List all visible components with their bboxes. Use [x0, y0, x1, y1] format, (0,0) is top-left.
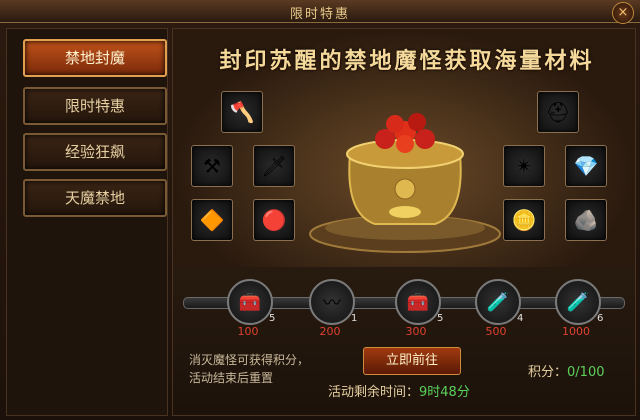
reward-node-100[interactable]: 🧰 — [227, 279, 273, 325]
remaining-time: 活动剩余时间：9时48分 — [328, 385, 470, 400]
reward-node-300[interactable]: 🧰 — [395, 279, 441, 325]
sidebar-item-forbidden-seal[interactable]: 禁地封魔 — [23, 39, 167, 77]
claw-icon[interactable]: ✴ — [503, 145, 545, 187]
node-points: 100 — [237, 325, 259, 338]
orb-icon[interactable]: 🔴 — [253, 199, 295, 241]
potion-icon: 🧪 — [566, 291, 590, 313]
sword-icon[interactable]: 🗡 — [253, 145, 295, 187]
node-points: 200 — [319, 325, 341, 338]
coin-icon[interactable]: 🪙 — [503, 199, 545, 241]
score-display: 积分：0/100 — [528, 365, 605, 380]
sidebar-item-exp-boost[interactable]: 经验狂飙 — [23, 133, 167, 171]
stone-icon[interactable]: 🪨 — [565, 199, 607, 241]
title-bar: 限时特惠 × — [0, 0, 640, 24]
node-count: 4 — [517, 313, 524, 324]
main-panel: 封印苏醒的禁地魔怪获取海量材料 🪓 ⚒ 🗡 🔶 🔴 ⛑ ✴ 💎 🪙 🪨 🧰 5 … — [172, 28, 636, 416]
go-now-button[interactable]: 立即前往 — [363, 347, 461, 375]
crystal-icon[interactable]: 💎 — [565, 145, 607, 187]
wings-icon: 〰 — [323, 293, 341, 314]
node-count: 6 — [597, 313, 604, 324]
sidebar-item-limited-offer[interactable]: 限时特惠 — [23, 87, 167, 125]
helmet-icon[interactable]: ⛑ — [537, 91, 579, 133]
sidebar: 禁地封魔 限时特惠 经验狂飙 天魔禁地 — [6, 28, 168, 416]
node-count: 1 — [351, 313, 358, 324]
event-description: 消灭魔怪可获得积分， 活动结束后重置 — [189, 353, 310, 385]
sidebar-item-demon-land[interactable]: 天魔禁地 — [23, 179, 167, 217]
reward-node-1000[interactable]: 🧪 — [555, 279, 601, 325]
node-points: 300 — [405, 325, 427, 338]
mace-icon[interactable]: ⚒ — [191, 145, 233, 187]
node-points: 1000 — [562, 325, 590, 338]
gem-icon[interactable]: 🔶 — [191, 199, 233, 241]
close-icon[interactable]: × — [612, 2, 634, 24]
potion-icon: 🧪 — [486, 291, 510, 313]
game-window: 限时特惠 × 禁地封魔 限时特惠 经验狂飙 天魔禁地 封印苏醒的禁地魔怪获取海量… — [0, 0, 640, 420]
reward-node-500[interactable]: 🧪 — [475, 279, 521, 325]
treasure-cauldron-icon — [309, 113, 501, 253]
treasure-chest-icon: 🧰 — [406, 291, 430, 313]
event-scene: 封印苏醒的禁地魔怪获取海量材料 🪓 ⚒ 🗡 🔶 🔴 ⛑ ✴ 💎 🪙 🪨 — [173, 29, 635, 267]
chest-icon: 🧰 — [238, 291, 262, 313]
node-points: 500 — [485, 325, 507, 338]
node-count: 5 — [437, 313, 444, 324]
axe-icon[interactable]: 🪓 — [221, 91, 263, 133]
window-title: 限时特惠 — [289, 7, 350, 22]
reward-node-200[interactable]: 〰 — [309, 279, 355, 325]
event-headline: 封印苏醒的禁地魔怪获取海量材料 — [219, 48, 595, 74]
node-count: 5 — [269, 313, 276, 324]
